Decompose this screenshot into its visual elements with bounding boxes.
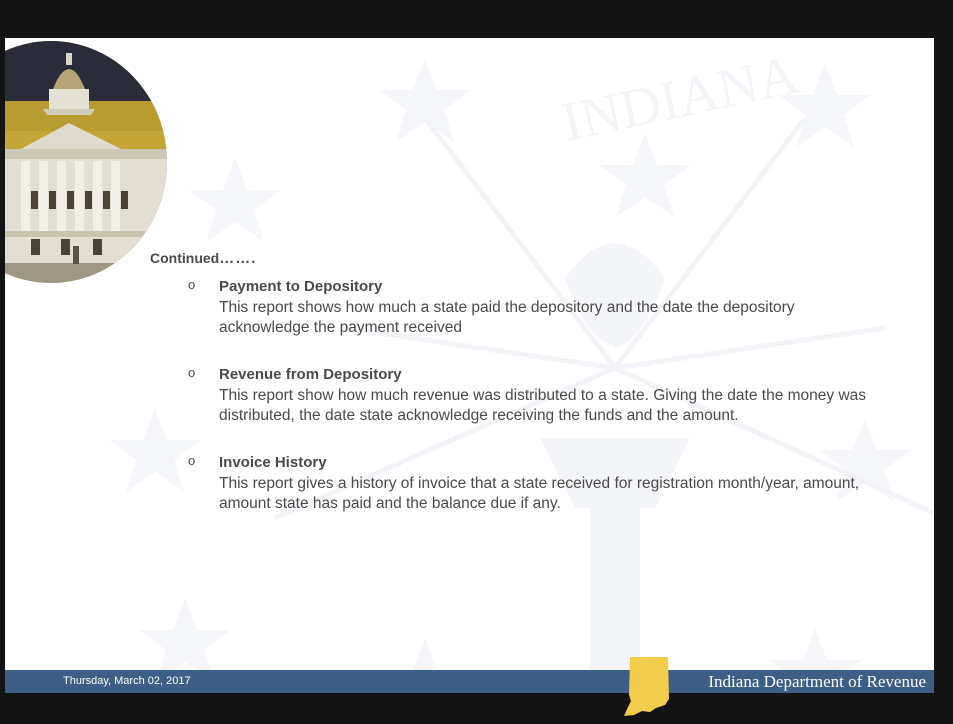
continued-dots: ……. xyxy=(219,250,257,267)
footer-organization: Indiana Department of Revenue xyxy=(708,672,926,691)
item-description: This report shows how much a state paid … xyxy=(219,299,795,336)
item-title: Revenue from Depository xyxy=(219,366,402,383)
watermark-star xyxy=(189,158,281,242)
continued-label: Continued xyxy=(150,250,220,266)
item-description: This report gives a history of invoice t… xyxy=(219,475,860,512)
item-title: Payment to Depository xyxy=(219,278,383,295)
watermark-star xyxy=(379,58,471,142)
footer-date: Thursday, March 02, 2017 xyxy=(63,675,191,687)
bullet: o xyxy=(188,453,196,468)
list-item-revenue-from-depository: o Revenue from Depository This report sh… xyxy=(188,364,868,426)
indiana-state-icon xyxy=(624,657,669,716)
bullet: o xyxy=(188,277,196,292)
continued-heading: Continued……. xyxy=(150,250,256,267)
list-item-invoice-history: o Invoice History This report gives a hi… xyxy=(188,452,868,514)
list-item-payment-to-depository: o Payment to Depository This report show… xyxy=(188,276,868,338)
bullet: o xyxy=(188,365,196,380)
slide: INDIANA Continued……. o Payment to Deposi… xyxy=(5,38,934,693)
report-list: o Payment to Depository This report show… xyxy=(188,276,868,540)
item-description: This report show how much revenue was di… xyxy=(219,387,867,424)
watermark-text: INDIANA xyxy=(557,43,805,154)
footer-bar: Thursday, March 02, 2017 Indiana Departm… xyxy=(5,670,934,693)
watermark-star xyxy=(599,133,691,217)
item-title: Invoice History xyxy=(219,454,327,471)
